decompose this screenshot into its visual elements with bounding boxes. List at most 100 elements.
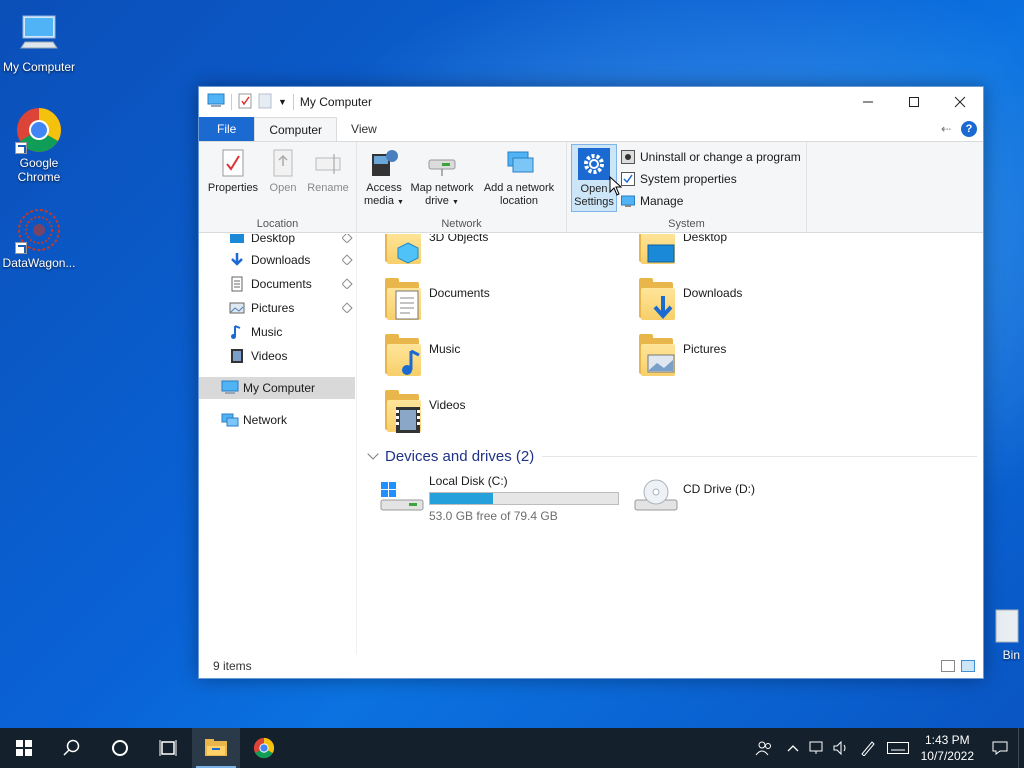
pin-icon[interactable]	[341, 278, 353, 290]
minimize-button[interactable]	[845, 87, 891, 117]
people-icon[interactable]	[747, 728, 781, 768]
pictures-icon	[229, 300, 245, 316]
map-network-drive-button[interactable]: Map network drive ▼	[407, 146, 477, 209]
properties-button[interactable]: Properties	[205, 146, 261, 195]
drive-info: Local Disk (C:) 53.0 GB free of 79.4 GB	[429, 474, 619, 524]
manage-button[interactable]: Manage	[621, 191, 683, 211]
close-button[interactable]	[937, 87, 983, 117]
folder-music[interactable]: Music	[383, 334, 623, 382]
nav-item-videos[interactable]: Videos	[199, 345, 355, 367]
videos-folder-icon	[383, 390, 423, 436]
taskbar-file-explorer[interactable]	[192, 728, 240, 768]
uninstall-icon	[621, 150, 635, 164]
pen-icon[interactable]	[853, 728, 883, 768]
documents-folder-icon	[383, 278, 423, 324]
folder-documents[interactable]: Documents	[383, 278, 623, 326]
desktop-icon-datawagon[interactable]: DataWagon...	[1, 206, 77, 270]
tab-view[interactable]: View	[337, 117, 391, 141]
folder-pictures[interactable]: Pictures	[637, 334, 877, 382]
tab-file[interactable]: File	[199, 117, 255, 141]
network-location-icon	[503, 146, 535, 180]
group-label-network: Network	[441, 218, 482, 230]
navigation-pane: Desktop Downloads Documents Pictures Mus	[199, 234, 357, 654]
volume-icon[interactable]	[829, 728, 853, 768]
search-button[interactable]	[48, 728, 96, 768]
pin-icon[interactable]	[341, 254, 353, 266]
large-icons-view-icon[interactable]	[961, 660, 975, 672]
desktop-icon-my-computer[interactable]: My Computer	[1, 10, 77, 74]
system-properties-button[interactable]: System properties	[621, 169, 737, 189]
chevron-up-icon[interactable]	[781, 728, 805, 768]
notifications-icon[interactable]	[982, 728, 1018, 768]
videos-icon	[229, 348, 245, 364]
folder-downloads[interactable]: Downloads	[637, 278, 877, 326]
task-view-button[interactable]	[144, 728, 192, 768]
folder-items: 3D Objects Desktop Documents Downloads M…	[359, 234, 983, 654]
properties-qat-icon[interactable]	[238, 93, 252, 112]
drive-usage-fill	[430, 493, 493, 504]
customize-qat-icon[interactable]: ▼	[278, 97, 287, 107]
taskbar-chrome[interactable]	[240, 728, 288, 768]
nav-item-downloads[interactable]: Downloads	[199, 249, 355, 271]
desktop-folder-icon	[637, 234, 677, 268]
pin-icon[interactable]	[341, 302, 353, 314]
desktop-icon-label: My Computer	[2, 60, 76, 74]
recycle-bin-icon	[992, 606, 1020, 646]
help-icon[interactable]: ?	[961, 121, 977, 137]
new-folder-qat-icon[interactable]	[258, 93, 272, 112]
properties-label: Properties	[207, 182, 259, 194]
drive-local-disk-c[interactable]: Local Disk (C:) 53.0 GB free of 79.4 GB	[379, 474, 619, 524]
computer-icon	[221, 380, 239, 396]
folder-name: Desktop	[683, 234, 728, 244]
access-media-button[interactable]: Access media ▼	[361, 146, 407, 209]
pin-icon[interactable]	[341, 234, 353, 244]
map-drive-label: Map network drive	[410, 182, 474, 207]
maximize-button[interactable]	[891, 87, 937, 117]
devices-section-header[interactable]: Devices and drives (2)	[365, 445, 977, 467]
show-desktop-button[interactable]	[1018, 728, 1024, 768]
nav-item-documents[interactable]: Documents	[199, 273, 355, 295]
system-properties-label: System properties	[640, 172, 737, 186]
open-button[interactable]: Open	[263, 146, 303, 195]
status-bar: 9 items	[199, 654, 983, 678]
cortana-button[interactable]	[96, 728, 144, 768]
folder-videos[interactable]: Videos	[383, 390, 623, 438]
desktop-icon-google-chrome[interactable]: Google Chrome	[1, 106, 77, 184]
nav-item-pictures[interactable]: Pictures	[199, 297, 355, 319]
nav-item-network[interactable]: Network	[199, 409, 355, 431]
nav-item-desktop[interactable]: Desktop	[199, 234, 355, 249]
mouse-cursor-icon	[609, 175, 623, 199]
add-network-location-button[interactable]: Add a network location	[479, 146, 559, 208]
rename-button[interactable]: Rename	[305, 146, 351, 195]
item-count: 9 items	[213, 659, 252, 673]
pictures-folder-icon	[637, 334, 677, 380]
desktop-icon-label: Bin	[1002, 648, 1020, 662]
chrome-icon	[15, 106, 63, 154]
tab-computer[interactable]: Computer	[254, 117, 338, 141]
folder-name: Downloads	[683, 286, 743, 300]
windows-logo-icon	[16, 740, 32, 756]
folder-3d-objects[interactable]: 3D Objects	[383, 234, 623, 270]
nav-label: Music	[251, 325, 283, 339]
pin-ribbon-icon[interactable]: ⇠	[941, 122, 951, 136]
properties-icon	[217, 146, 249, 180]
section-title: Devices and drives (2)	[385, 447, 535, 465]
folder-desktop[interactable]: Desktop	[637, 234, 877, 270]
quick-access-toolbar: ▼	[207, 93, 294, 112]
open-icon	[267, 146, 299, 180]
documents-icon	[229, 276, 245, 292]
nav-item-my-computer[interactable]: My Computer	[199, 377, 355, 399]
keyboard-icon[interactable]	[883, 728, 913, 768]
ribbon-tabs: File Computer View ⇠ ?	[199, 117, 983, 141]
uninstall-program-button[interactable]: Uninstall or change a program	[621, 147, 801, 167]
clock-time: 1:43 PM	[924, 733, 970, 747]
clock[interactable]: 1:43 PM 10/7/2022	[913, 732, 982, 764]
nav-item-music[interactable]: Music	[199, 321, 355, 343]
network-status-icon[interactable]	[805, 728, 829, 768]
start-button[interactable]	[0, 728, 48, 768]
drive-cd-d[interactable]: CD Drive (D:)	[633, 474, 755, 524]
task-view-icon	[159, 740, 177, 756]
details-view-icon[interactable]	[941, 660, 955, 672]
media-icon	[368, 146, 400, 180]
network-drive-icon	[426, 146, 458, 180]
